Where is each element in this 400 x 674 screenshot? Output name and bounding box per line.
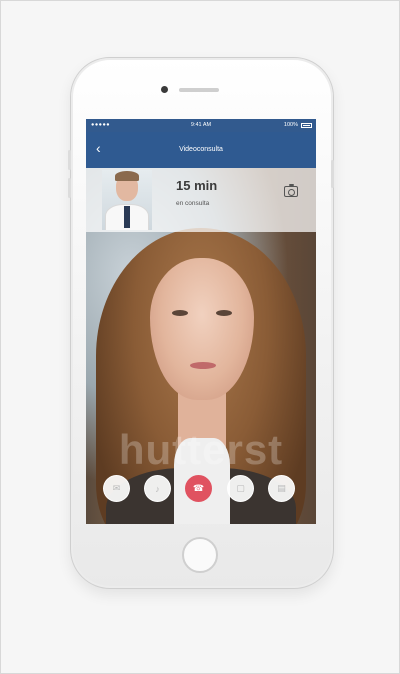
end-call-icon: ☎ — [192, 483, 205, 493]
home-button[interactable] — [182, 537, 218, 573]
camera-switch-icon[interactable] — [284, 184, 298, 197]
nav-bar: ‹ Videoconsulta — [86, 132, 316, 168]
status-time: 9:41 AM — [190, 122, 212, 128]
eye — [216, 310, 232, 316]
phone-screen: hutterst ●●●●● 9:41 AM 100% ‹ Videoconsu… — [86, 119, 316, 524]
battery-percent: 100% — [283, 122, 298, 128]
status-bar: ●●●●● 9:41 AM 100% — [86, 119, 316, 132]
documents-button[interactable]: ▤ — [268, 475, 295, 502]
microphone-icon: ♪ — [155, 483, 160, 494]
files-button[interactable]: ▢ — [227, 475, 254, 502]
volume-button — [68, 150, 71, 170]
document-icon: ▤ — [277, 483, 286, 493]
chat-icon: ✉ — [112, 483, 121, 493]
file-icon: ▢ — [236, 483, 245, 493]
page-title: Videoconsulta — [179, 146, 223, 153]
chat-button[interactable]: ✉ — [103, 475, 130, 502]
mouth — [190, 362, 216, 369]
power-button — [331, 160, 334, 188]
call-duration-label: en consulta — [176, 200, 210, 207]
call-info-panel: 15 min en consulta — [86, 168, 316, 232]
doctor-avatar[interactable] — [102, 170, 152, 230]
call-duration: 15 min — [176, 178, 218, 193]
eye — [172, 310, 188, 316]
watermark-text: hutterst — [118, 426, 284, 473]
patient-face — [150, 258, 254, 400]
front-camera — [161, 86, 168, 93]
earpiece-speaker — [179, 88, 219, 92]
volume-button — [68, 178, 71, 198]
end-call-button[interactable]: ☎ — [185, 475, 212, 502]
doctor-tie — [124, 206, 130, 228]
microphone-button[interactable]: ♪ — [144, 475, 171, 502]
doctor-hair — [115, 171, 139, 181]
battery-icon — [301, 123, 312, 128]
